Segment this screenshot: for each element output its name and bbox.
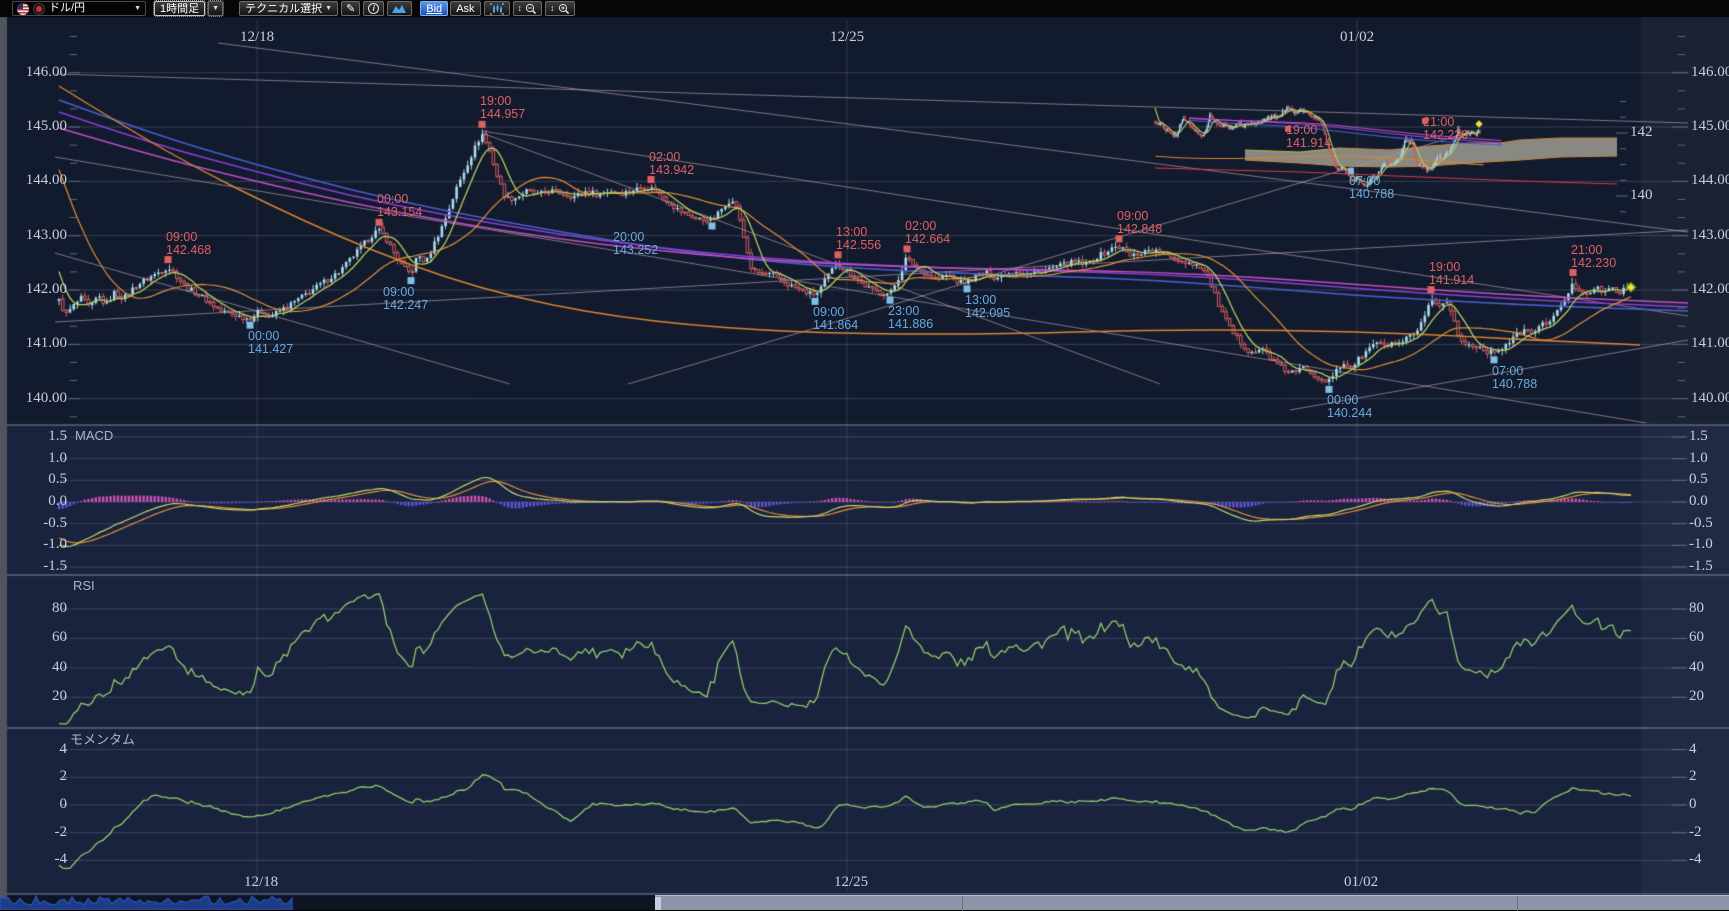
bid-button[interactable]: Bid <box>420 1 448 16</box>
chevron-down-icon: ▼ <box>134 5 141 13</box>
pencil-icon: ✎ <box>346 3 355 15</box>
currency-pair-label: ドル/円 <box>49 2 130 15</box>
currency-pair-select[interactable]: ドル/円 ▼ <box>12 1 146 16</box>
timeframe-button[interactable]: 1時間足 <box>154 1 205 16</box>
zoom-out-icon <box>525 3 537 15</box>
technical-select-button[interactable]: テクニカル選択 ▼ <box>239 1 338 16</box>
scrollbar-grip[interactable] <box>655 897 661 910</box>
info-icon: i <box>368 3 379 14</box>
fx-chart-window: 146.00146.00145.00145.00144.00144.00143.… <box>0 0 1729 910</box>
chevron-down-icon: ▼ <box>212 5 219 13</box>
horizontal-scrollbar-thumb[interactable] <box>655 895 1729 910</box>
vertical-arrows-icon: ↕ <box>518 4 523 13</box>
scrollbar-separator <box>1517 896 1518 911</box>
candlestick-chart-button[interactable] <box>484 1 510 16</box>
technical-select-label: テクニカル選択 <box>245 3 322 15</box>
chart-canvas[interactable] <box>0 0 1729 910</box>
draw-tool-button[interactable]: ✎ <box>341 1 360 16</box>
scrollbar-separator <box>962 896 963 911</box>
vertical-arrows-icon: ↕ <box>550 4 555 13</box>
candlestick-chart-icon <box>489 3 505 15</box>
chevron-down-icon: ▼ <box>325 5 332 13</box>
toolbar: ドル/円 ▼ 1時間足 ▼ テクニカル選択 ▼ ✎ i Bid Ask ↕ ↕ <box>0 0 1729 17</box>
japan-flag-icon <box>33 3 45 15</box>
zoom-in-button[interactable]: ↕ <box>545 1 575 16</box>
ask-button[interactable]: Ask <box>450 1 480 16</box>
zoom-out-button[interactable]: ↕ <box>513 1 543 16</box>
us-flag-icon <box>17 3 29 15</box>
zoom-in-icon <box>558 3 570 15</box>
area-chart-button[interactable] <box>387 1 412 16</box>
info-button[interactable]: i <box>363 1 384 16</box>
timeframe-dropdown-button[interactable]: ▼ <box>208 1 223 16</box>
area-chart-icon <box>392 3 407 14</box>
